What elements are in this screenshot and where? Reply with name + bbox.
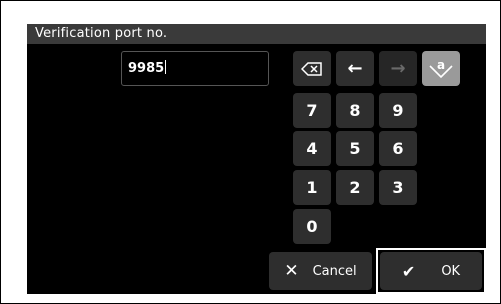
backspace-button[interactable] [293, 51, 331, 86]
digit-label: 5 [349, 139, 361, 158]
digit-9-key[interactable]: 9 [379, 93, 417, 128]
digit-5-key[interactable]: 5 [336, 131, 374, 166]
digit-0-key[interactable]: 0 [293, 209, 331, 244]
digit-2-key[interactable]: 2 [336, 170, 374, 205]
arrow-left-icon: ← [347, 58, 363, 79]
dialog-title: Verification port no. [27, 24, 486, 44]
cancel-label: Cancel [312, 263, 357, 279]
cursor-left-button[interactable]: ← [336, 51, 374, 86]
digit-label: 0 [306, 217, 318, 236]
digit-6-key[interactable]: 6 [379, 131, 417, 166]
text-caret [165, 60, 167, 74]
digit-label: 9 [392, 101, 404, 120]
digit-label: 2 [349, 178, 361, 197]
ok-button[interactable]: ✔ OK [380, 252, 482, 290]
cancel-button[interactable]: ✕ Cancel [269, 252, 372, 290]
backspace-icon [301, 61, 322, 76]
digit-label: 7 [306, 101, 318, 120]
case-toggle-button[interactable]: a [422, 51, 460, 86]
cursor-right-button[interactable]: → [379, 51, 417, 86]
digit-label: 4 [306, 139, 318, 158]
digit-label: 8 [349, 101, 361, 120]
checkmark-icon: ✔ [401, 261, 416, 281]
port-number-input[interactable]: 9985 [121, 51, 269, 86]
digit-8-key[interactable]: 8 [336, 93, 374, 128]
digit-label: 6 [392, 139, 404, 158]
arrow-right-icon: → [390, 58, 406, 79]
digit-label: 1 [306, 178, 318, 197]
digit-7-key[interactable]: 7 [293, 93, 331, 128]
ok-label: OK [441, 263, 461, 279]
close-icon: ✕ [284, 261, 299, 281]
input-value: 9985 [128, 61, 165, 76]
digit-4-key[interactable]: 4 [293, 131, 331, 166]
digit-label: 3 [392, 178, 404, 197]
digit-3-key[interactable]: 3 [379, 170, 417, 205]
digit-1-key[interactable]: 1 [293, 170, 331, 205]
lowercase-toggle-icon: a [429, 58, 453, 78]
case-toggle-glyph: a [437, 58, 445, 72]
